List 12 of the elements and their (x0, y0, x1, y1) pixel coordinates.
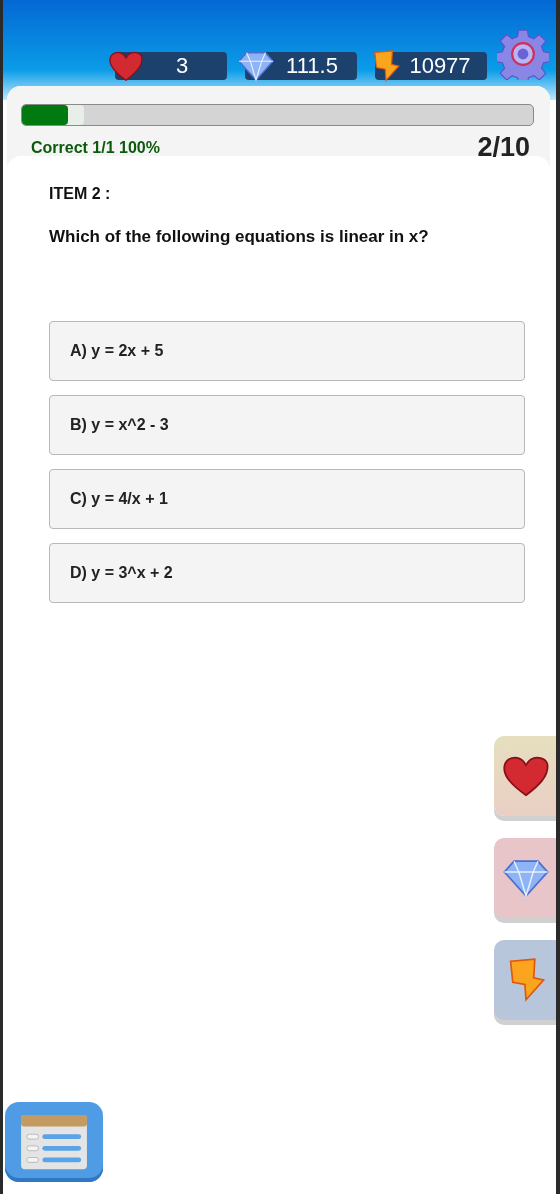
item-label: ITEM 2 : (49, 185, 112, 203)
question-text: Which of the following equations is linear in x? (49, 227, 430, 247)
score-text: Correct 1/1 100% (31, 138, 160, 157)
answer-option[interactable]: A) y = 2x + 5 (49, 321, 525, 381)
answer-option[interactable]: B) y = x^2 - 3 (49, 395, 525, 455)
answer-option[interactable]: D) y = 3^x + 2 (49, 543, 525, 603)
heart-icon (107, 50, 145, 82)
menu-button[interactable] (5, 1102, 103, 1182)
question-counter: 2/10 (477, 132, 530, 163)
answer-option[interactable]: C) y = 4/x + 1 (49, 469, 525, 529)
heart-icon (502, 754, 550, 798)
settings-icon[interactable] (497, 28, 549, 80)
